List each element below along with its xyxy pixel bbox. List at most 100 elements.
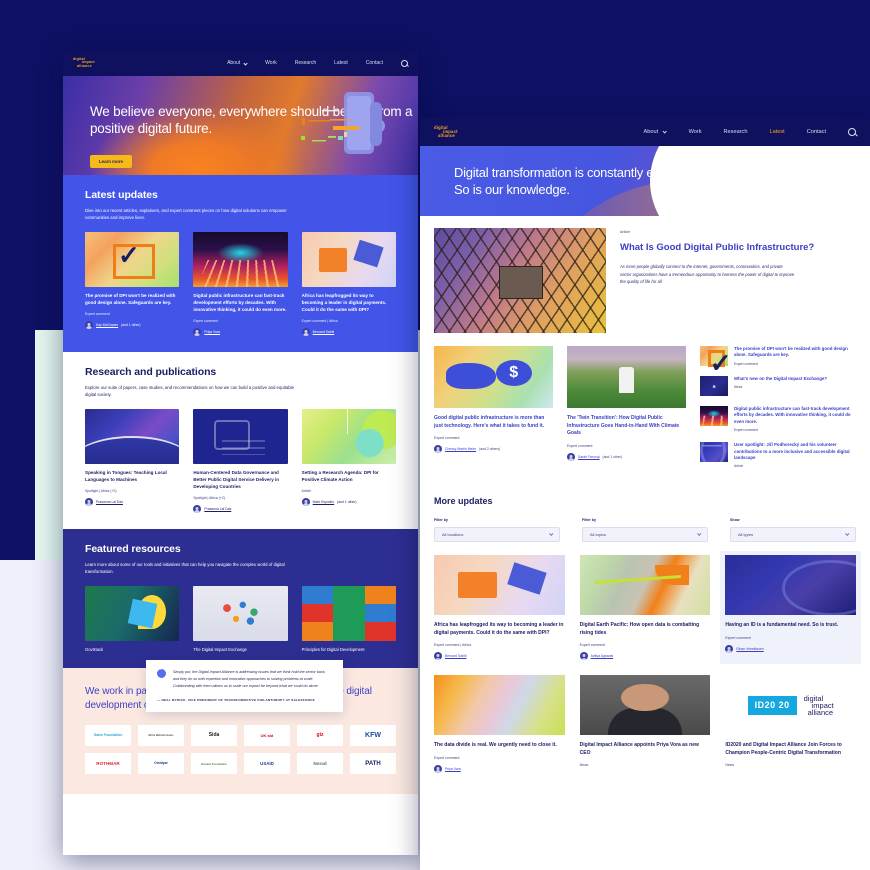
- latest-card[interactable]: Africa has leapfrogged its way to becomi…: [301, 232, 396, 336]
- card-author[interactable]: Kay McGowan (and 1 other): [85, 320, 179, 329]
- item-title[interactable]: User spotlight: Jiří Podhorecký and his …: [734, 442, 856, 461]
- mid-card[interactable]: Good digital public infrastructure is mo…: [434, 346, 553, 468]
- card-author[interactable]: Ethan Veneklasen: [725, 644, 856, 653]
- dial-logo[interactable]: digital impact alliance: [73, 57, 95, 68]
- nav-link-contact[interactable]: Contact: [366, 60, 383, 66]
- testimonial-quote-card: Simply put, the Digital Impact Alliance …: [146, 660, 343, 712]
- update-card[interactable]: Africa has leapfrogged its way to becomi…: [434, 555, 565, 661]
- nav-link-research[interactable]: Research: [724, 129, 748, 135]
- filter-topics-select[interactable]: All topics: [582, 527, 708, 543]
- learn-more-button[interactable]: Learn more: [90, 155, 132, 168]
- latest-navbar: digital impact alliance About Work Resea…: [420, 118, 870, 146]
- card-author[interactable]: Bernard Sabiti: [434, 652, 565, 661]
- card-title: The promise of DPI won't be realized wit…: [85, 293, 176, 306]
- latest-card[interactable]: The promise of DPI won't be realized wit…: [85, 232, 180, 336]
- card-author[interactable]: Priya Vora: [193, 327, 287, 336]
- author-name[interactable]: Bernard Sabiti: [445, 654, 467, 658]
- filter-types-select[interactable]: All types: [730, 527, 856, 543]
- featured-lede: Learn more about some of our tools and i…: [85, 561, 285, 574]
- author-name[interactable]: Mark Esposito: [313, 500, 334, 504]
- author-name[interactable]: Bernard Sabiti: [313, 330, 335, 334]
- quote-text: Simply put, the Digital Impact Alliance …: [173, 670, 326, 688]
- card-author[interactable]: Aditya Agrawal: [579, 652, 711, 661]
- search-icon[interactable]: [401, 59, 408, 67]
- research-card[interactable]: Speaking in Tongues: Teaching Local Lang…: [85, 408, 180, 513]
- author-name[interactable]: Aditya Agrawal: [591, 654, 613, 658]
- author-name[interactable]: Prasanna Lal Das: [204, 507, 231, 511]
- chevron-down-icon[interactable]: [662, 129, 668, 135]
- latest-updates-lede: Dive into our recent articles, explainer…: [85, 208, 287, 221]
- nav-link-research[interactable]: Research: [295, 60, 316, 66]
- featured-article-title[interactable]: What Is Good Digital Public Infrastructu…: [620, 242, 814, 254]
- update-card[interactable]: ID20 20 digital impact alliance ID2020 a…: [725, 675, 856, 773]
- card-thumbnail: [725, 555, 856, 616]
- research-lede: Explore our suite of papers, case studie…: [85, 384, 295, 397]
- update-card[interactable]: Having an ID is a fundamental need. So i…: [720, 551, 861, 665]
- partner-logo: Bill & Melinda Gates: [138, 725, 184, 747]
- author-extra: (and 2 others): [479, 447, 501, 451]
- avatar: [725, 644, 734, 653]
- avatar: [193, 327, 202, 336]
- featured-card[interactable]: The Digital Impact Exchange: [193, 585, 288, 652]
- dial-logo[interactable]: digital impact alliance: [434, 125, 458, 138]
- author-name[interactable]: Priya Vora: [204, 330, 220, 334]
- card-title: Principles for Digital Development: [301, 646, 365, 652]
- quote-icon: [157, 667, 166, 678]
- side-list-item[interactable]: The promise of DPI won't be realized wit…: [700, 346, 856, 376]
- chevron-down-icon: [549, 531, 554, 537]
- card-title: Having an ID is a fundamental need. So i…: [725, 622, 839, 629]
- featured-card[interactable]: Principles for Digital Development: [301, 585, 396, 652]
- side-list-item[interactable]: User spotlight: Jiří Podhorecký and his …: [700, 442, 856, 468]
- update-card[interactable]: The data divide is real. We urgently nee…: [434, 675, 565, 773]
- card-author[interactable]: Prasanna Lal Das: [85, 497, 179, 506]
- featured-article-kicker: Article: [620, 230, 630, 234]
- mid-card[interactable]: The 'Twin Transition': How Digital Publi…: [567, 346, 686, 468]
- author-name[interactable]: Ethan Veneklasen: [736, 647, 763, 651]
- author-name[interactable]: Sarah Farooqi: [578, 455, 600, 459]
- nav-link-work[interactable]: Work: [265, 60, 277, 66]
- author-name[interactable]: Chrissy Martin Meier: [445, 447, 476, 451]
- filter-topics: Filter by All topics: [582, 518, 708, 543]
- card-author[interactable]: Sarah Farooqi (and 1 other): [567, 452, 686, 461]
- author-name[interactable]: Kay McGowan: [96, 323, 118, 327]
- filter-value: All topics: [590, 532, 607, 538]
- filter-value: All types: [738, 532, 754, 538]
- nav-link-work[interactable]: Work: [689, 129, 702, 135]
- logo-line-3: alliance: [438, 132, 455, 138]
- side-list-item[interactable]: Digital public infrastructure can fast-t…: [700, 406, 856, 432]
- nav-link-latest[interactable]: Latest: [334, 60, 348, 66]
- research-card[interactable]: Setting a Research Agenda: DPI for Posit…: [301, 408, 396, 513]
- more-updates-section: More updates Filter by All locations Fil…: [420, 484, 870, 773]
- author-name[interactable]: Prasanna Lal Das: [96, 500, 123, 504]
- nav-link-latest[interactable]: Latest: [769, 129, 784, 135]
- update-card[interactable]: Digital Impact Alliance appoints Priya V…: [579, 675, 711, 773]
- homepage-hero: We believe everyone, everywhere should b…: [63, 76, 418, 175]
- chevron-down-icon[interactable]: [243, 60, 248, 66]
- featured-article[interactable]: Article What Is Good Digital Public Infr…: [434, 228, 856, 333]
- nav-link-about[interactable]: About: [644, 129, 659, 135]
- nav-link-contact[interactable]: Contact: [807, 129, 826, 135]
- side-list-item[interactable]: What's new on the Digital Impact Exchang…: [700, 376, 856, 396]
- nav-link-about[interactable]: About: [227, 60, 240, 66]
- card-thumbnail: [434, 675, 565, 736]
- item-title[interactable]: What's new on the Digital Impact Exchang…: [734, 376, 827, 382]
- latest-card[interactable]: Digital public infrastructure can fast-t…: [193, 232, 288, 336]
- card-author[interactable]: Bernard Sabiti: [301, 327, 396, 336]
- card-title: The Digital Impact Exchange: [193, 646, 247, 652]
- research-card[interactable]: Human-Centered Data Governance and Bette…: [193, 408, 288, 513]
- item-title[interactable]: The promise of DPI won't be realized wit…: [734, 346, 856, 359]
- card-author[interactable]: Priya Vora: [434, 764, 565, 773]
- item-title[interactable]: Digital public infrastructure can fast-t…: [734, 406, 856, 425]
- update-card[interactable]: Digital Earth Pacific: How open data is …: [579, 555, 711, 661]
- filter-locations-select[interactable]: All locations: [434, 527, 560, 543]
- search-icon[interactable]: [848, 128, 856, 136]
- card-meta: Expert comment: [434, 436, 460, 440]
- card-author[interactable]: Prasanna Lal Das: [193, 504, 287, 513]
- filter-bar: Filter by All locations Filter by All to…: [434, 518, 856, 543]
- card-thumbnail: [579, 675, 711, 736]
- author-name[interactable]: Priya Vora: [445, 767, 461, 771]
- card-author[interactable]: Chrissy Martin Meier (and 2 others): [434, 445, 553, 453]
- card-author[interactable]: Mark Esposito (and 1 other): [301, 497, 396, 506]
- featured-card[interactable]: GovStack: [85, 585, 180, 652]
- research-title: Research and publications: [85, 365, 217, 378]
